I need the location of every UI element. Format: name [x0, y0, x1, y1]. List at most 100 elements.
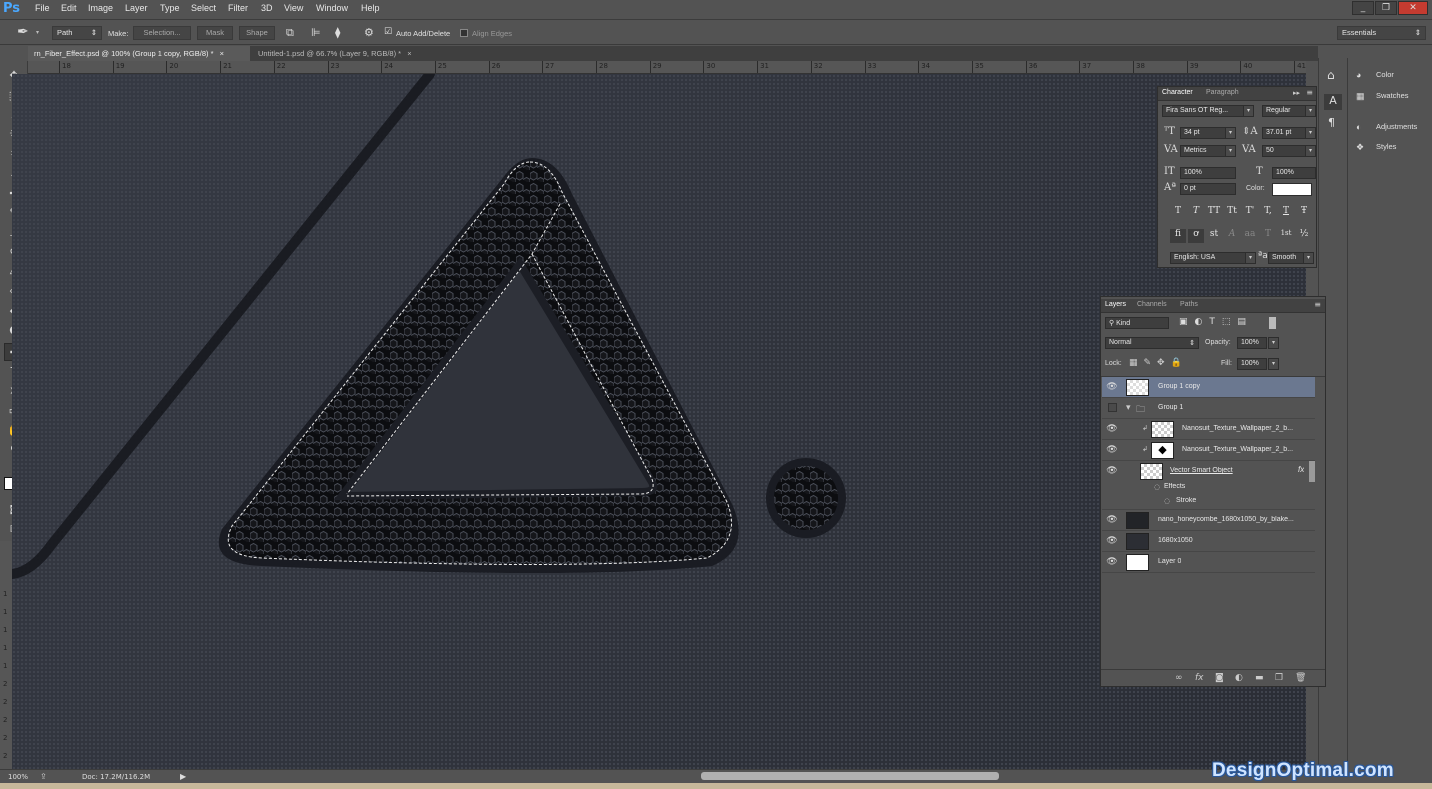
menu-edit[interactable]: Edit — [61, 3, 77, 13]
layer-row-group-1[interactable]: ▾ 🗀 Group 1 — [1102, 398, 1315, 419]
layer-row-nanosuit-1[interactable]: 👁 ↲ Nanosuit_Texture_Wallpaper_2_b... — [1102, 419, 1315, 440]
eye-icon[interactable]: ◌ — [1154, 483, 1160, 491]
layer-row-nano-honeycombe[interactable]: 👁 nano_honeycombe_1680x1050_by_blake... — [1102, 510, 1315, 531]
layer-row-group-1-copy[interactable]: 👁 Group 1 copy — [1102, 377, 1315, 398]
opacity-field[interactable]: 100% — [1237, 337, 1267, 349]
baseline-shift-field[interactable]: 0 pt — [1180, 183, 1236, 195]
eye-icon[interactable]: 👁 — [1106, 557, 1118, 567]
tracking-field[interactable]: 50 — [1262, 145, 1306, 157]
layers-scrollbar-thumb[interactable] — [1309, 461, 1315, 482]
mask-icon[interactable]: ◙ — [1215, 673, 1224, 683]
swash-button[interactable]: A — [1224, 229, 1240, 243]
tab-channels[interactable]: Channels — [1137, 301, 1167, 308]
restore-button[interactable]: ❐ — [1375, 1, 1397, 15]
strikethrough-button[interactable]: Ŧ — [1296, 206, 1312, 220]
eye-icon[interactable]: ◌ — [1164, 497, 1170, 505]
make-mask-button[interactable]: Mask — [197, 26, 233, 40]
auto-add-delete-checkbox[interactable]: ☑ — [384, 27, 392, 37]
horizontal-scrollbar[interactable] — [701, 772, 999, 780]
mode-select[interactable]: Path ⇕ — [52, 26, 102, 40]
tab-character[interactable]: Character — [1162, 89, 1193, 96]
eye-icon[interactable]: 👁 — [1106, 466, 1118, 476]
font-family-field[interactable]: Fira Sans OT Reg... — [1162, 105, 1244, 117]
paragraph-panel-icon[interactable]: ¶ — [1328, 116, 1335, 129]
stylistic-alternates-button[interactable]: aa — [1242, 229, 1258, 243]
tab-untitled-1[interactable]: Untitled-1.psd @ 66.7% (Layer 9, RGB/8) … — [252, 46, 440, 61]
chevron-down-icon[interactable]: ▾ — [1268, 337, 1279, 349]
menu-select[interactable]: Select — [191, 3, 216, 13]
gear-icon[interactable]: ⚙ — [364, 26, 374, 39]
workspace-select[interactable]: Essentials ⇕ — [1337, 26, 1426, 40]
folder-icon[interactable]: ▬ — [1255, 673, 1264, 683]
chevron-down-icon[interactable]: ▾ — [1305, 127, 1316, 139]
eye-icon[interactable]: 👁 — [1106, 515, 1118, 525]
chevron-down-icon[interactable]: ▾ — [1303, 252, 1314, 264]
layer-row-1680x1050[interactable]: 👁 1680x1050 — [1102, 531, 1315, 552]
chevron-down-icon[interactable]: ▾ — [36, 29, 39, 36]
superscript-button[interactable]: T' — [1242, 206, 1258, 220]
chevron-down-icon[interactable]: ▾ — [1245, 252, 1256, 264]
minimize-button[interactable]: _ — [1352, 1, 1374, 15]
visibility-toggle[interactable] — [1108, 403, 1117, 412]
chevron-down-icon[interactable]: ▾ — [1305, 105, 1316, 117]
menu-help[interactable]: Help — [361, 3, 380, 13]
close-tab-icon[interactable]: × — [220, 49, 224, 58]
all-caps-button[interactable]: TT — [1206, 206, 1222, 220]
close-tab-icon[interactable]: × — [407, 49, 411, 58]
panel-menu-icon[interactable]: ≡ — [1314, 300, 1321, 309]
leading-field[interactable]: 37.01 pt — [1262, 127, 1306, 139]
align-edges-checkbox[interactable] — [460, 29, 468, 37]
tab-layers[interactable]: Layers — [1105, 301, 1126, 308]
faux-bold-button[interactable]: T — [1170, 206, 1186, 220]
text-color-swatch[interactable] — [1272, 183, 1312, 196]
collapse-icon[interactable]: ▸▸ — [1293, 89, 1300, 97]
chevron-down-icon[interactable]: ▾ — [1126, 403, 1131, 413]
font-style-field[interactable]: Regular — [1262, 105, 1306, 117]
menu-3d[interactable]: 3D — [261, 3, 273, 13]
menu-view[interactable]: View — [284, 3, 303, 13]
menu-type[interactable]: Type — [160, 3, 180, 13]
pen-tool-icon[interactable]: ✒ — [17, 24, 29, 40]
close-window-button[interactable]: ✕ — [1398, 1, 1428, 15]
ordinals-button[interactable]: 1st — [1278, 229, 1294, 243]
font-size-field[interactable]: 34 pt — [1180, 127, 1226, 139]
layer-row-vector-smart-object[interactable]: 👁 Vector Smart Object fx — [1102, 461, 1315, 482]
vertical-scale-field[interactable]: 100% — [1180, 167, 1236, 179]
menu-filter[interactable]: Filter — [228, 3, 248, 13]
language-select[interactable]: English: USA — [1170, 252, 1246, 264]
menu-image[interactable]: Image — [88, 3, 113, 13]
make-shape-button[interactable]: Shape — [239, 26, 275, 40]
menu-layer[interactable]: Layer — [125, 3, 148, 13]
color-panel-item[interactable]: ◕ Color — [1356, 70, 1394, 80]
path-operations-icon[interactable]: ⧉ — [286, 26, 294, 40]
share-icon[interactable]: ⇪ — [40, 772, 47, 781]
adjustment-icon[interactable]: ◐ — [1235, 673, 1243, 683]
zoom-level[interactable]: 100% — [8, 773, 28, 781]
contextual-alternates-button[interactable]: st — [1206, 229, 1222, 243]
horizontal-scale-field[interactable]: 100% — [1272, 167, 1316, 179]
eye-icon[interactable]: 👁 — [1106, 382, 1118, 392]
character-panel-icon[interactable]: A — [1324, 94, 1342, 110]
chevron-down-icon[interactable]: ▾ — [1243, 105, 1254, 117]
history-panel-icon[interactable]: ⌂ — [1327, 68, 1335, 82]
new-layer-icon[interactable]: ❐ — [1275, 673, 1283, 683]
filter-toggle-switch[interactable] — [1269, 317, 1276, 329]
tab-paragraph[interactable]: Paragraph — [1206, 89, 1239, 96]
ligatures-button[interactable]: fi — [1170, 229, 1186, 243]
eye-icon[interactable]: 👁 — [1106, 424, 1118, 434]
link-icon[interactable]: ∞ — [1175, 673, 1183, 683]
path-arrangement-icon[interactable]: ⧫ — [335, 26, 340, 39]
eye-icon[interactable]: 👁 — [1106, 445, 1118, 455]
layer-row-nanosuit-2[interactable]: 👁 ↲ ◆ Nanosuit_Texture_Wallpaper_2_b... — [1102, 440, 1315, 461]
antialias-select[interactable]: Smooth — [1268, 252, 1304, 264]
filter-kind-select[interactable]: ⚲ Kind — [1105, 317, 1169, 329]
subscript-button[interactable]: T, — [1260, 206, 1276, 220]
menu-file[interactable]: File — [35, 3, 50, 13]
titling-alternates-button[interactable]: T — [1260, 229, 1276, 243]
fx-icon[interactable]: fx — [1195, 673, 1204, 683]
chevron-down-icon[interactable]: ▾ — [1305, 145, 1316, 157]
styles-panel-item[interactable]: ❖ Styles — [1356, 142, 1396, 152]
tab-paths[interactable]: Paths — [1180, 301, 1198, 308]
underline-button[interactable]: T — [1278, 206, 1294, 220]
blend-mode-select[interactable]: Normal ⇕ — [1105, 337, 1199, 349]
